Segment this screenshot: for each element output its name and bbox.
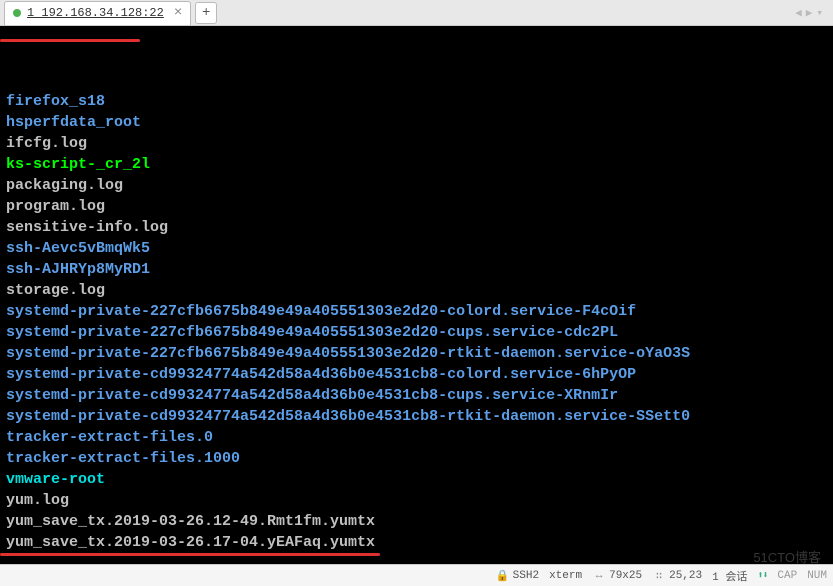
terminal-line: ssh-AJHRYp8MyRD1: [6, 259, 827, 280]
terminal-line: storage.log: [6, 280, 827, 301]
cap-indicator: CAP: [777, 570, 797, 582]
terminal-output[interactable]: firefox_s18hsperfdata_rootifcfg.logks-sc…: [0, 26, 833, 564]
tab-bar: 1 192.168.34.128:22 × + ◀ ▶ ▾: [0, 0, 833, 26]
terminal-line: systemd-private-227cfb6675b849e49a405551…: [6, 301, 827, 322]
annotation-underline-icon: [0, 39, 140, 42]
terminal-line: vmware-root: [6, 469, 827, 490]
position-icon: ∷: [652, 569, 666, 583]
status-ssh: 🔒SSH2: [496, 569, 539, 583]
terminal-line: yum_save_tx.2019-03-26.17-04.yEAFaq.yumt…: [6, 532, 827, 553]
lock-icon: 🔒: [496, 569, 510, 583]
terminal-line: systemd-private-cd99324774a542d58a4d36b0…: [6, 364, 827, 385]
terminal-line: ifcfg.log: [6, 133, 827, 154]
num-indicator: NUM: [807, 570, 827, 582]
status-bar: 🔒SSH2 xterm ↔79x25 ∷25,23 1 会话 ⬆⬇ CAP NU…: [0, 564, 833, 586]
session-tab[interactable]: 1 192.168.34.128:22 ×: [4, 1, 191, 25]
terminal-line: ks-script-_cr_2l: [6, 154, 827, 175]
nav-right-icon[interactable]: ▶: [806, 6, 813, 20]
terminal-line: tracker-extract-files.0: [6, 427, 827, 448]
tab-nav: ◀ ▶ ▾: [795, 6, 829, 20]
status-sessions: 1 会话: [712, 568, 747, 584]
nav-menu-icon[interactable]: ▾: [816, 6, 823, 20]
add-tab-button[interactable]: +: [195, 2, 217, 24]
terminal-line: ssh-Aevc5vBmqWk5: [6, 238, 827, 259]
terminal-line: hsperfdata_root: [6, 112, 827, 133]
watermark: 51CTO博客: [753, 547, 821, 566]
status-indicator-icon: [13, 9, 21, 17]
terminal-line: systemd-private-cd99324774a542d58a4d36b0…: [6, 385, 827, 406]
status-size: ↔79x25: [592, 570, 642, 582]
terminal-line: yum_save_tx.2019-03-26.12-49.Rmt1fm.yumt…: [6, 511, 827, 532]
terminal-line: tracker-extract-files.1000: [6, 448, 827, 469]
network-indicator-icon: ⬆⬇: [757, 570, 767, 582]
terminal-line: firefox_s18: [6, 91, 827, 112]
status-term: xterm: [549, 570, 582, 582]
terminal-line: packaging.log: [6, 175, 827, 196]
status-position: ∷25,23: [652, 569, 702, 583]
terminal-line: yum.log: [6, 490, 827, 511]
annotation-underline-icon: [0, 553, 380, 556]
terminal-line: program.log: [6, 196, 827, 217]
tab-title: 1 192.168.34.128:22: [27, 6, 164, 20]
resize-icon: ↔: [592, 570, 606, 582]
close-icon[interactable]: ×: [174, 5, 182, 21]
terminal-line: systemd-private-cd99324774a542d58a4d36b0…: [6, 406, 827, 427]
nav-left-icon[interactable]: ◀: [795, 6, 802, 20]
terminal-line: systemd-private-227cfb6675b849e49a405551…: [6, 343, 827, 364]
terminal-line: systemd-private-227cfb6675b849e49a405551…: [6, 322, 827, 343]
terminal-line: sensitive-info.log: [6, 217, 827, 238]
